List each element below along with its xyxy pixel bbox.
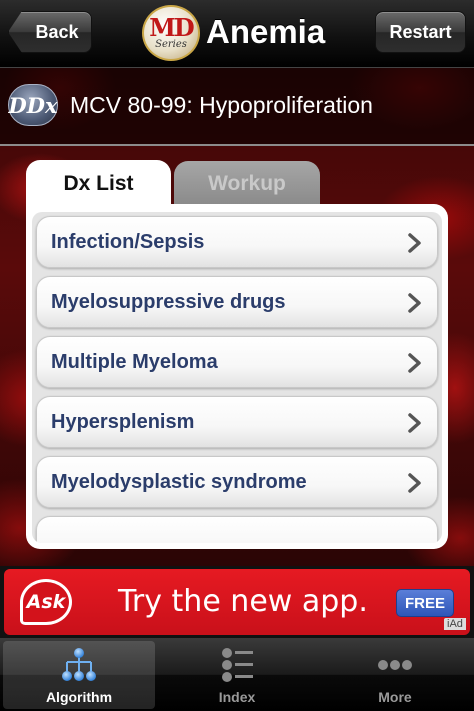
tabbar-item-more[interactable]: More — [319, 641, 471, 709]
tab-bar: Algorithm Index More — [0, 638, 474, 711]
iad-label: iAd — [444, 618, 466, 630]
ask-logo-icon: Ask — [20, 579, 72, 625]
tab-workup[interactable]: Workup — [174, 161, 320, 206]
back-button-label: Back — [35, 21, 79, 42]
list-item-partial[interactable] — [36, 516, 438, 543]
back-button[interactable]: Back — [8, 11, 92, 53]
list-item[interactable]: Infection/Sepsis — [36, 216, 438, 268]
chevron-right-icon — [408, 353, 421, 373]
logo-series-text: Series — [155, 39, 187, 50]
restart-button[interactable]: Restart — [375, 11, 466, 53]
chevron-right-icon — [408, 293, 421, 313]
tabbar-label-index: Index — [218, 689, 256, 705]
tabbar-label-algorithm: Algorithm — [45, 689, 113, 705]
list-item[interactable]: Myelodysplastic syndrome — [36, 456, 438, 508]
tabbar-label-more: More — [378, 689, 412, 705]
ad-free-label: FREE — [404, 594, 445, 612]
ad-content[interactable]: Ask Try the new app. FREE — [4, 569, 470, 635]
more-dots-icon — [378, 660, 412, 670]
list-item-label: Myelosuppressive drugs — [51, 290, 286, 313]
list-item-label: Myelodysplastic syndrome — [51, 470, 307, 493]
ask-logo-text: Ask — [26, 591, 66, 613]
list-item-label: Hypersplenism — [51, 410, 195, 433]
chevron-right-icon — [408, 233, 421, 253]
chevron-right-icon — [408, 413, 421, 433]
ad-text: Try the new app. — [118, 584, 368, 619]
logo-md-text: MD — [149, 13, 194, 42]
ad-free-button[interactable]: FREE — [396, 589, 454, 617]
list-item-label: Multiple Myeloma — [51, 350, 218, 373]
navigation-bar: Back MD Series Anemia Restart — [0, 0, 474, 68]
dx-list-panel: Infection/Sepsis Myelosuppressive drugs … — [26, 204, 448, 549]
ddx-badge-icon: DDx — [8, 84, 58, 126]
restart-button-label: Restart — [389, 21, 452, 42]
algorithm-tree-icon — [62, 648, 96, 681]
md-series-logo: MD Series — [142, 5, 200, 61]
section-header: DDx MCV 80-99: Hypoproliferation — [0, 68, 474, 146]
list-item[interactable]: Myelosuppressive drugs — [36, 276, 438, 328]
list-item-label: Infection/Sepsis — [51, 230, 205, 253]
list-item[interactable]: Multiple Myeloma — [36, 336, 438, 388]
tab-workup-label: Workup — [208, 171, 286, 195]
tab-dx-list[interactable]: Dx List — [26, 160, 171, 207]
page-title: Anemia — [206, 13, 326, 50]
list-index-icon — [222, 648, 253, 682]
dx-list[interactable]: Infection/Sepsis Myelosuppressive drugs … — [32, 212, 442, 543]
ad-banner[interactable]: Ask Try the new app. FREE iAd — [0, 566, 474, 638]
chevron-right-icon — [408, 473, 421, 493]
section-title: MCV 80-99: Hypoproliferation — [70, 92, 373, 118]
ddx-badge-text: DDx — [8, 92, 58, 118]
list-item[interactable]: Hypersplenism — [36, 396, 438, 448]
tab-dx-list-label: Dx List — [63, 171, 134, 195]
tabbar-item-index[interactable]: Index — [161, 641, 313, 709]
tabbar-item-algorithm[interactable]: Algorithm — [3, 641, 155, 709]
